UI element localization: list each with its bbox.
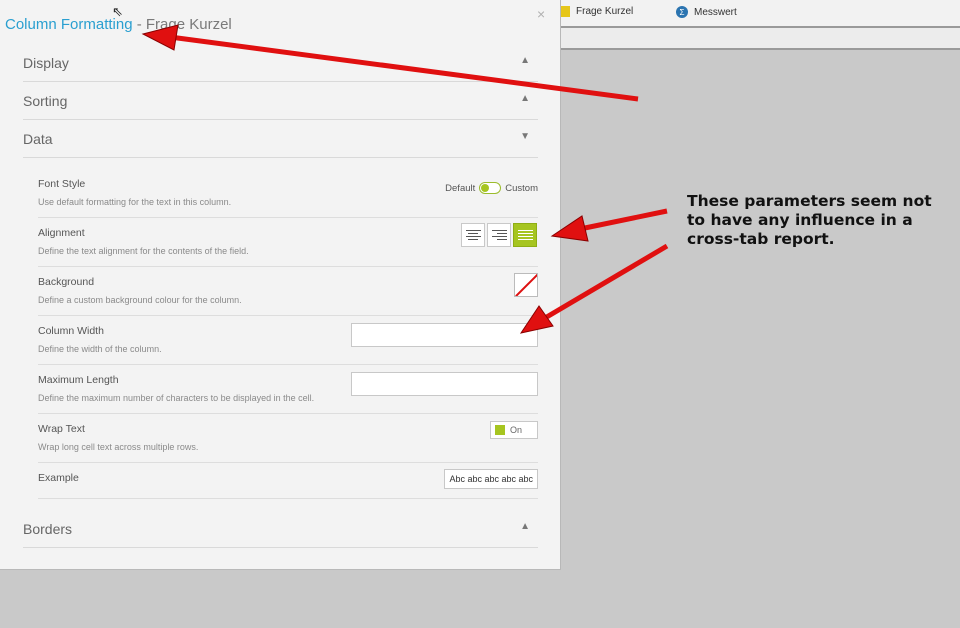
arrow-to-width	[543, 243, 669, 321]
arrow-to-width-head	[519, 305, 554, 334]
arrow-to-title-head	[141, 24, 179, 51]
arrow-to-alignment	[579, 208, 668, 232]
arrow-to-alignment-head	[550, 215, 589, 242]
mouse-cursor-icon: ⇖	[112, 4, 123, 19]
annotation-arrows	[141, 24, 669, 334]
arrow-to-title	[169, 34, 639, 102]
